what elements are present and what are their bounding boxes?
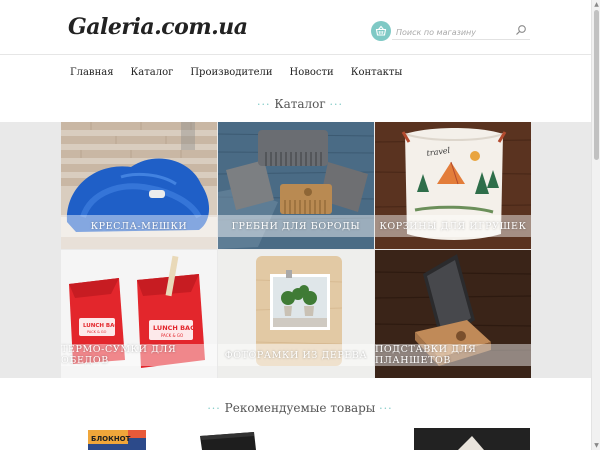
category-tile-toy-baskets[interactable]: travel КОРЗИНЫ ДЛЯ ИГРУШЕК: [375, 122, 531, 249]
nav-item-manufacturers[interactable]: Производители: [190, 67, 272, 78]
notebook-text: БЛОКНОТ: [91, 435, 131, 443]
nav-item-home[interactable]: Главная: [70, 67, 114, 78]
category-label: ПОДСТАВКИ ДЛЯ ПЛАНШЕТОВ: [375, 344, 531, 366]
nav-item-catalog[interactable]: Каталог: [131, 67, 174, 78]
category-tile-photo-frames[interactable]: ФОТОРАМКИ ИЗ ДЕРЕВА: [218, 250, 374, 378]
nav-item-news[interactable]: Новости: [290, 67, 334, 78]
category-grid: КРЕСЛА-МЕШКИ ГРЕБНИ ДЛЯ БОРОДЫ travel КО…: [61, 122, 531, 378]
product-card-notebook[interactable]: БЛОКНОТ: [88, 428, 150, 450]
notebook-image: БЛОКНОТ: [88, 430, 146, 450]
category-tile-lunch-bags[interactable]: LUNCH BAG PACK & GO LUNCH BAG PACK & GO …: [61, 250, 217, 378]
category-tile-beard-combs[interactable]: ГРЕБНИ ДЛЯ БОРОДЫ: [218, 122, 374, 249]
svg-text:LUNCH BAG: LUNCH BAG: [83, 323, 119, 329]
catalog-title: Каталог: [274, 97, 326, 111]
category-tile-tablet-stands[interactable]: ПОДСТАВКИ ДЛЯ ПЛАНШЕТОВ: [375, 250, 531, 378]
dots-left: ···: [207, 402, 221, 415]
product-card-third[interactable]: [414, 428, 530, 450]
search-icon[interactable]: [515, 24, 527, 36]
category-label: ТЕРМО-СУМКИ ДЛЯ ОБЕДОВ: [61, 344, 217, 366]
recommended-products: БЛОКНОТ: [0, 428, 600, 450]
product-image: [414, 428, 530, 450]
dots-left: ···: [256, 98, 271, 111]
dots-right: ···: [379, 402, 393, 415]
basket-icon-glyph: [375, 25, 387, 36]
catalog-heading: ··· Каталог ···: [0, 97, 600, 111]
scroll-thumb[interactable]: [594, 10, 599, 160]
svg-text:PACK & GO: PACK & GO: [87, 330, 107, 334]
svg-text:PACK & GO: PACK & GO: [161, 333, 183, 338]
wallet-image: [200, 432, 256, 450]
product-card-wallet[interactable]: [198, 428, 258, 450]
dots-right: ···: [329, 98, 344, 111]
category-label: ФОТОРАМКИ ИЗ ДЕРЕВА: [218, 344, 374, 366]
scroll-down-arrow-icon[interactable]: ▼: [593, 442, 600, 449]
page-scrollbar[interactable]: ▲ ▼: [591, 0, 600, 450]
category-label: КРЕСЛА-МЕШКИ: [61, 215, 217, 237]
recommended-title: Рекомендуемые товары: [224, 401, 376, 415]
site-logo[interactable]: Galeria.com.ua: [68, 14, 248, 40]
category-tile-bean-bags[interactable]: КРЕСЛА-МЕШКИ: [61, 122, 217, 249]
category-label: КОРЗИНЫ ДЛЯ ИГРУШЕК: [375, 215, 531, 237]
site-header: Galeria.com.ua: [0, 0, 600, 55]
scroll-up-arrow-icon[interactable]: ▲: [593, 1, 600, 8]
svg-text:LUNCH BAG: LUNCH BAG: [153, 324, 195, 332]
main-nav: Главная Каталог Производители Новости Ко…: [70, 67, 419, 78]
search-input[interactable]: [392, 22, 512, 43]
nav-item-contacts[interactable]: Контакты: [351, 67, 403, 78]
category-label: ГРЕБНИ ДЛЯ БОРОДЫ: [218, 215, 374, 237]
recommended-heading: ··· Рекомендуемые товары ···: [0, 401, 600, 415]
search-box: [392, 20, 530, 43]
basket-icon[interactable]: [371, 21, 391, 41]
